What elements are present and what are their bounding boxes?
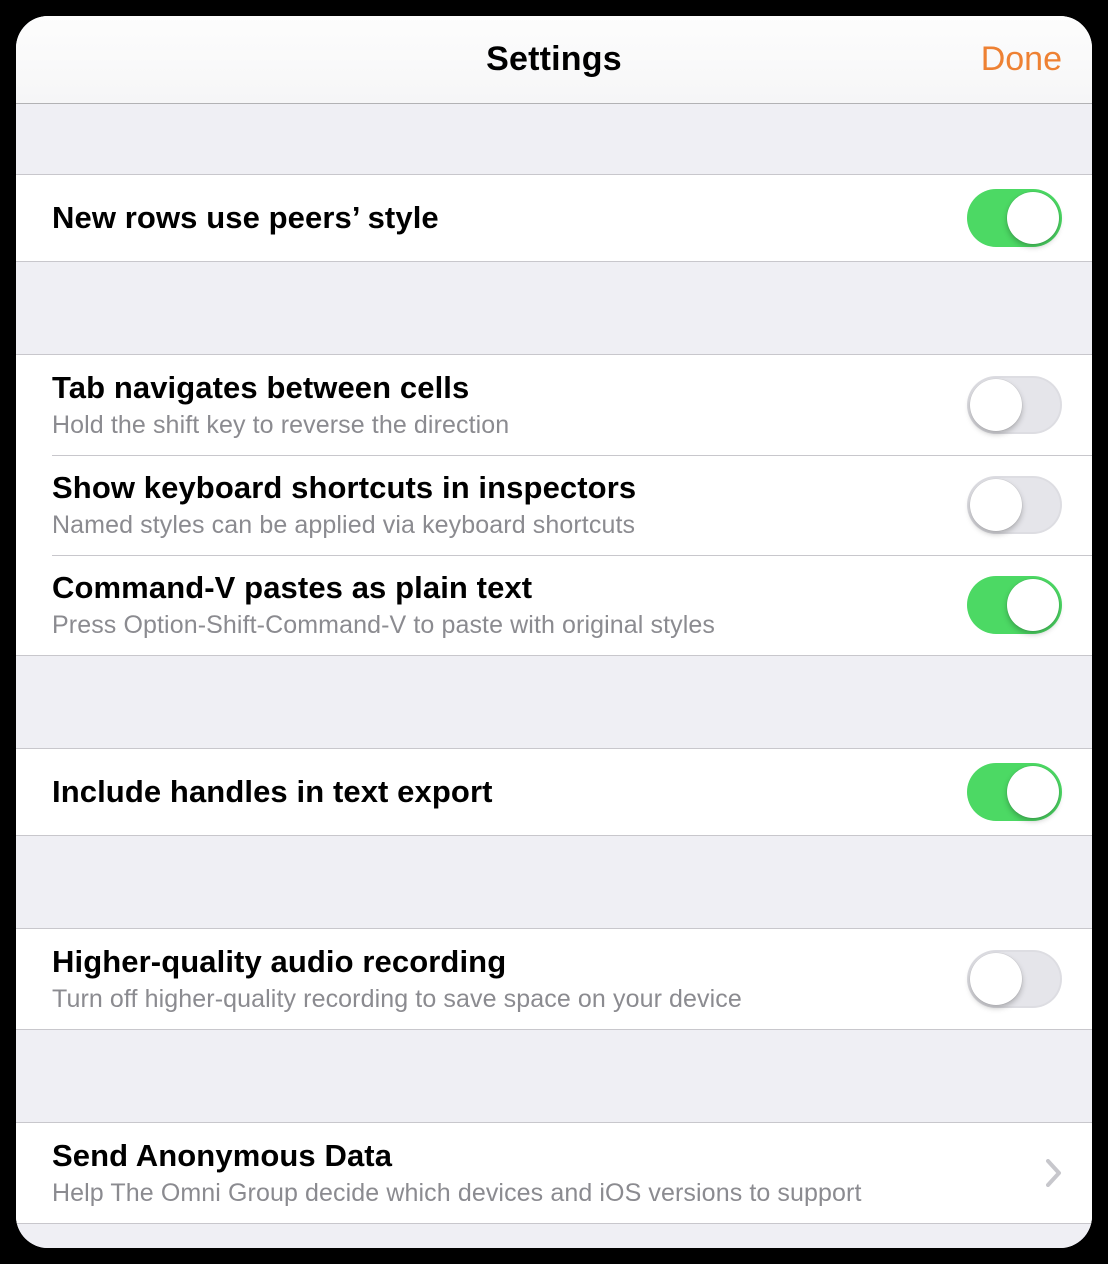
row-subtitle: Turn off higher-quality recording to sav…: [52, 984, 947, 1015]
toggle-keyboard-shortcuts[interactable]: [967, 476, 1062, 534]
row-subtitle: Hold the shift key to reverse the direct…: [52, 410, 947, 441]
row-title: Command-V pastes as plain text: [52, 569, 947, 608]
row-include-handles-export: Include handles in text export: [16, 749, 1092, 835]
row-tab-navigates: Tab navigates between cells Hold the shi…: [16, 355, 1092, 455]
row-subtitle: Help The Omni Group decide which devices…: [52, 1178, 1026, 1209]
row-keyboard-shortcuts: Show keyboard shortcuts in inspectors Na…: [16, 455, 1092, 555]
navbar: Settings Done: [16, 16, 1092, 104]
row-title: Show keyboard shortcuts in inspectors: [52, 469, 947, 508]
row-title: Higher-quality audio recording: [52, 943, 947, 982]
group-export: Include handles in text export: [16, 748, 1092, 836]
group-privacy: Send Anonymous Data Help The Omni Group …: [16, 1122, 1092, 1224]
row-subtitle: Press Option-Shift-Command-V to paste wi…: [52, 610, 947, 641]
page-title: Settings: [486, 40, 622, 79]
chevron-right-icon: [1046, 1159, 1062, 1187]
row-hq-audio: Higher-quality audio recording Turn off …: [16, 929, 1092, 1029]
toggle-new-rows-peer-style[interactable]: [967, 189, 1062, 247]
settings-list: New rows use peers’ style Tab navigates …: [16, 104, 1092, 1248]
group-keyboard: Tab navigates between cells Hold the shi…: [16, 354, 1092, 656]
row-title: Include handles in text export: [52, 773, 947, 812]
row-send-anonymous-data[interactable]: Send Anonymous Data Help The Omni Group …: [16, 1123, 1092, 1223]
row-title: New rows use peers’ style: [52, 199, 947, 238]
row-paste-plain-text: Command-V pastes as plain text Press Opt…: [16, 555, 1092, 655]
group-audio: Higher-quality audio recording Turn off …: [16, 928, 1092, 1030]
toggle-paste-plain-text[interactable]: [967, 576, 1062, 634]
group-rows: New rows use peers’ style: [16, 174, 1092, 262]
toggle-include-handles-export[interactable]: [967, 763, 1062, 821]
done-button[interactable]: Done: [981, 16, 1062, 103]
toggle-tab-navigates[interactable]: [967, 376, 1062, 434]
row-subtitle: Named styles can be applied via keyboard…: [52, 510, 947, 541]
row-new-rows-peer-style: New rows use peers’ style: [16, 175, 1092, 261]
toggle-hq-audio[interactable]: [967, 950, 1062, 1008]
row-title: Send Anonymous Data: [52, 1137, 1026, 1176]
row-title: Tab navigates between cells: [52, 369, 947, 408]
